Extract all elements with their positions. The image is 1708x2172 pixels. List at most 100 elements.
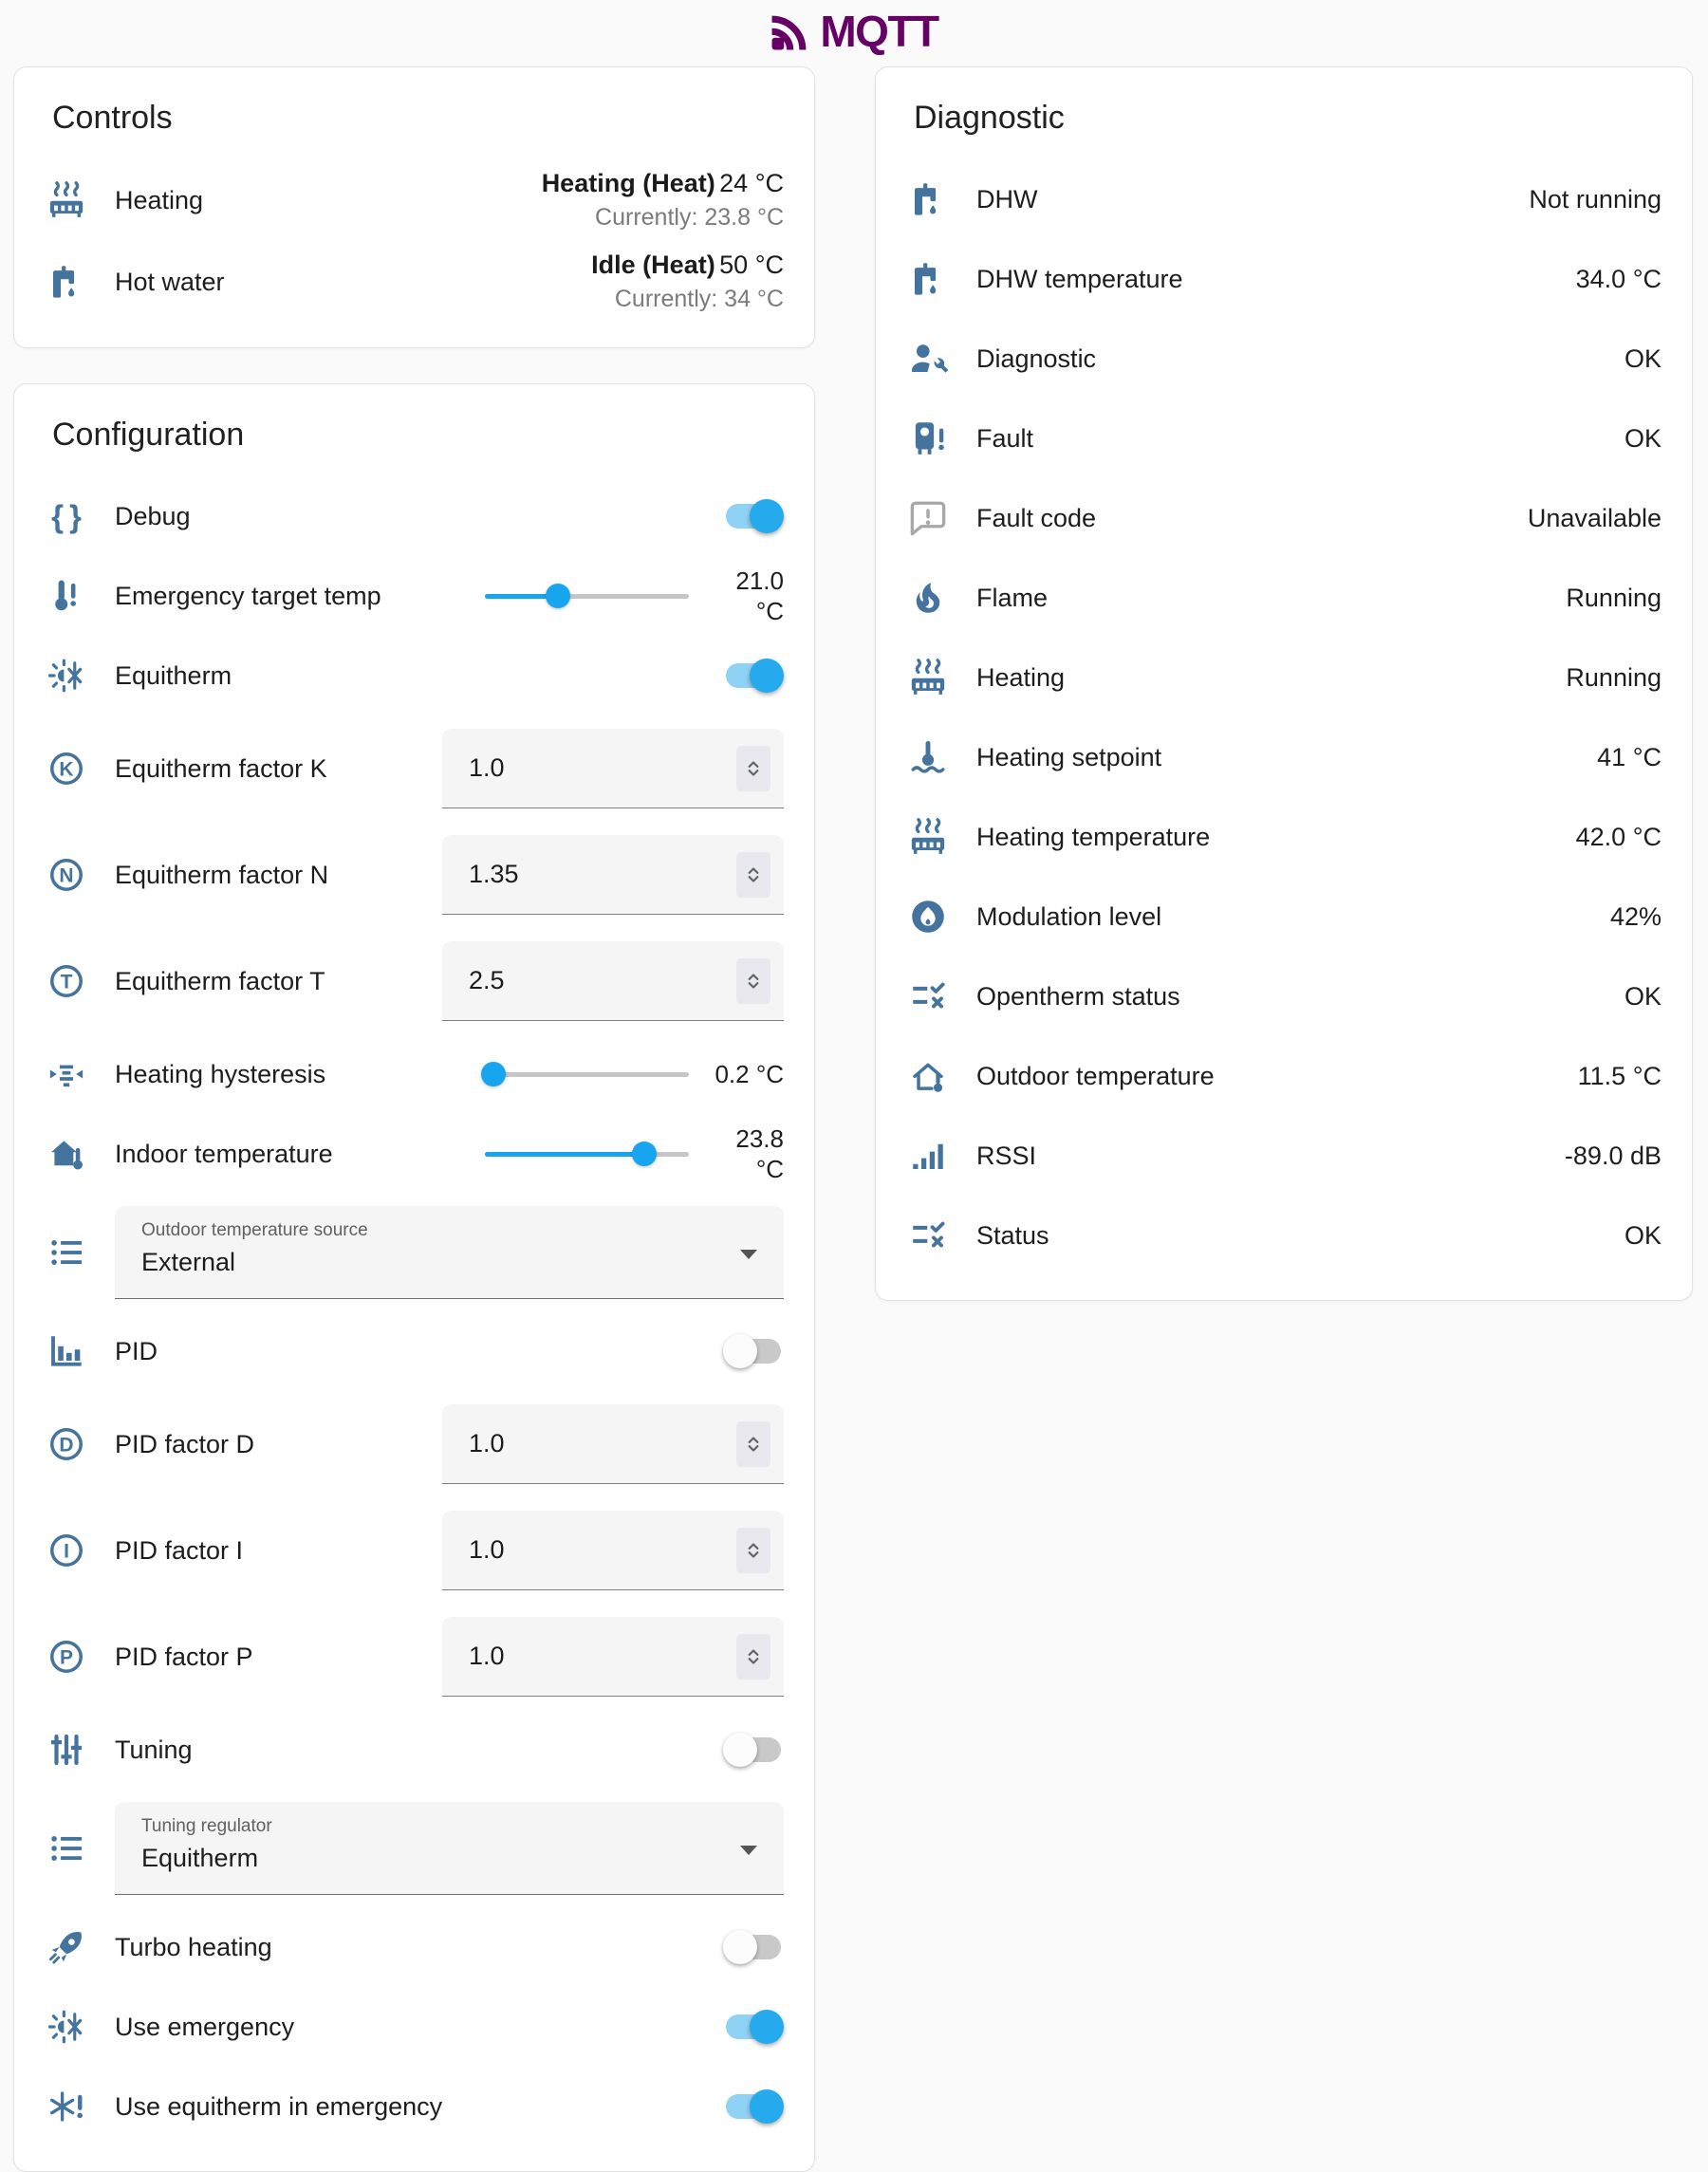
slider-thumb[interactable]: [546, 584, 570, 608]
diag-row-outdoor-temperature[interactable]: Outdoor temperature 11.5 °C: [908, 1036, 1662, 1116]
diag-value: OK: [1624, 424, 1662, 454]
thermometer-water-icon: [908, 737, 948, 777]
chevron-up-down-icon: [741, 965, 766, 997]
configuration-card: Configuration Debug Emergency target tem…: [13, 383, 815, 2172]
controls-card: Controls Heating Heating (Heat) 24 °C Cu…: [13, 66, 815, 348]
climate-mode: Heating (Heat): [542, 169, 715, 197]
row-label: Use emergency: [115, 2013, 294, 2042]
pid-factor-p-input[interactable]: [469, 1642, 736, 1671]
config-row-emergency-target-temp: Emergency target temp 21.0 °C: [46, 556, 784, 636]
heating-hysteresis-slider[interactable]: [485, 1061, 689, 1087]
boiler-alert-icon: [908, 418, 948, 458]
equitherm-factor-n-input[interactable]: [469, 860, 736, 889]
diag-row-status[interactable]: Status OK: [908, 1196, 1662, 1275]
use-equitherm-in-emergency-toggle[interactable]: [723, 2088, 784, 2125]
turbo-heating-toggle[interactable]: [723, 1929, 784, 1965]
stepper-control[interactable]: [736, 746, 770, 791]
indoor-temperature-slider[interactable]: [485, 1141, 689, 1167]
controls-row-hot-water[interactable]: Hot water Idle (Heat) 50 °C Currently: 3…: [46, 241, 784, 323]
debug-toggle[interactable]: [723, 498, 784, 534]
climate-mode: Idle (Heat): [591, 251, 715, 279]
row-label: Flame: [976, 584, 1048, 613]
stepper-control[interactable]: [736, 852, 770, 898]
diag-value: 42%: [1610, 902, 1662, 932]
diag-row-flame[interactable]: Flame Running: [908, 558, 1662, 638]
sun-snowflake-icon: [46, 2007, 86, 2047]
stepper-control[interactable]: [736, 1528, 770, 1573]
outdoor-temperature-source-select[interactable]: Outdoor temperature source External: [115, 1206, 784, 1299]
diag-value: 42.0 °C: [1576, 823, 1662, 852]
diag-row-dhw-temperature[interactable]: DHW temperature 34.0 °C: [908, 239, 1662, 319]
configuration-card-title: Configuration: [52, 417, 784, 454]
fire-circle-icon: [908, 897, 948, 937]
slider-thumb[interactable]: [481, 1062, 506, 1086]
tuning-toggle[interactable]: [723, 1732, 784, 1768]
config-row-pid-factor-i: PID factor I: [46, 1497, 784, 1604]
diag-value: 41 °C: [1597, 743, 1662, 772]
alpha-i-circle-icon: [46, 1531, 86, 1570]
row-label: Equitherm factor N: [115, 861, 328, 890]
climate-current-temp: Currently: 23.8 °C: [542, 204, 784, 232]
home-thermometer-outline-icon: [908, 1056, 948, 1096]
diag-row-heating-temperature[interactable]: Heating temperature 42.0 °C: [908, 797, 1662, 877]
diagnostic-card-title: Diagnostic: [914, 100, 1662, 137]
select-label: Tuning regulator: [141, 1816, 727, 1837]
dropdown-caret-icon: [740, 1846, 757, 1855]
row-label: RSSI: [976, 1142, 1036, 1171]
list-status-icon: [908, 976, 948, 1016]
diag-row-heating[interactable]: Heating Running: [908, 638, 1662, 717]
pid-factor-i-input[interactable]: [469, 1535, 736, 1565]
diag-row-dhw[interactable]: DHW Not running: [908, 159, 1662, 239]
stepper-control[interactable]: [736, 1634, 770, 1680]
equitherm-factor-t-input[interactable]: [469, 966, 736, 995]
tuning-regulator-select[interactable]: Tuning regulator Equitherm: [115, 1802, 784, 1895]
pid-factor-d-input[interactable]: [469, 1429, 736, 1458]
stepper-control[interactable]: [736, 958, 770, 1004]
diag-row-fault[interactable]: Fault OK: [908, 399, 1662, 478]
chevron-up-down-icon: [741, 752, 766, 785]
config-row-use-equitherm-in-emergency: Use equitherm in emergency: [46, 2067, 784, 2146]
diag-row-rssi[interactable]: RSSI -89.0 dB: [908, 1116, 1662, 1196]
mqtt-logo-icon: [770, 10, 811, 52]
row-label: Heating setpoint: [976, 743, 1161, 772]
controls-row-heating[interactable]: Heating Heating (Heat) 24 °C Currently: …: [46, 159, 784, 241]
stepper-control[interactable]: [736, 1421, 770, 1467]
controls-card-title: Controls: [52, 100, 784, 137]
config-row-debug: Debug: [46, 476, 784, 556]
equitherm-toggle[interactable]: [723, 658, 784, 694]
config-row-equitherm-factor-k: Equitherm factor K: [46, 715, 784, 822]
config-row-tuning-regulator: Tuning regulator Equitherm: [46, 1790, 784, 1907]
chevron-up-down-icon: [741, 859, 766, 891]
diag-row-diagnostic[interactable]: Diagnostic OK: [908, 319, 1662, 399]
alpha-n-circle-icon: [46, 855, 86, 895]
row-label: Fault: [976, 424, 1033, 454]
sun-snowflake-icon: [46, 656, 86, 696]
equitherm-factor-k-input[interactable]: [469, 753, 736, 783]
emergency-target-temp-slider[interactable]: [485, 583, 689, 609]
diag-value: Not running: [1529, 185, 1662, 214]
diag-value: Unavailable: [1528, 504, 1662, 533]
climate-target-temp: 24 °C: [719, 169, 784, 197]
alpha-t-circle-icon: [46, 961, 86, 1001]
alpha-p-circle-icon: [46, 1637, 86, 1677]
slider-value: 0.2 °C: [704, 1059, 784, 1090]
row-label: Indoor temperature: [115, 1140, 333, 1169]
diag-row-fault-code[interactable]: Fault code Unavailable: [908, 478, 1662, 558]
pid-toggle[interactable]: [723, 1333, 784, 1369]
slider-value: 23.8 °C: [704, 1123, 784, 1185]
hysteresis-icon: [46, 1054, 86, 1094]
row-label: PID factor D: [115, 1430, 254, 1459]
thermometer-alert-icon: [46, 576, 86, 616]
use-emergency-toggle[interactable]: [723, 2009, 784, 2045]
diag-row-opentherm-status[interactable]: Opentherm status OK: [908, 956, 1662, 1036]
row-label: DHW temperature: [976, 265, 1183, 294]
home-thermometer-icon: [46, 1134, 86, 1174]
slider-thumb[interactable]: [632, 1142, 657, 1166]
chevron-up-down-icon: [741, 1534, 766, 1567]
config-row-outdoor-temperature-source: Outdoor temperature source External: [46, 1194, 784, 1311]
slider-value: 21.0 °C: [704, 566, 784, 627]
diag-row-heating-setpoint[interactable]: Heating setpoint 41 °C: [908, 717, 1662, 797]
equitherm-factor-n-field: [442, 835, 784, 915]
message-alert-icon: [908, 498, 948, 538]
diag-row-modulation-level[interactable]: Modulation level 42%: [908, 877, 1662, 956]
